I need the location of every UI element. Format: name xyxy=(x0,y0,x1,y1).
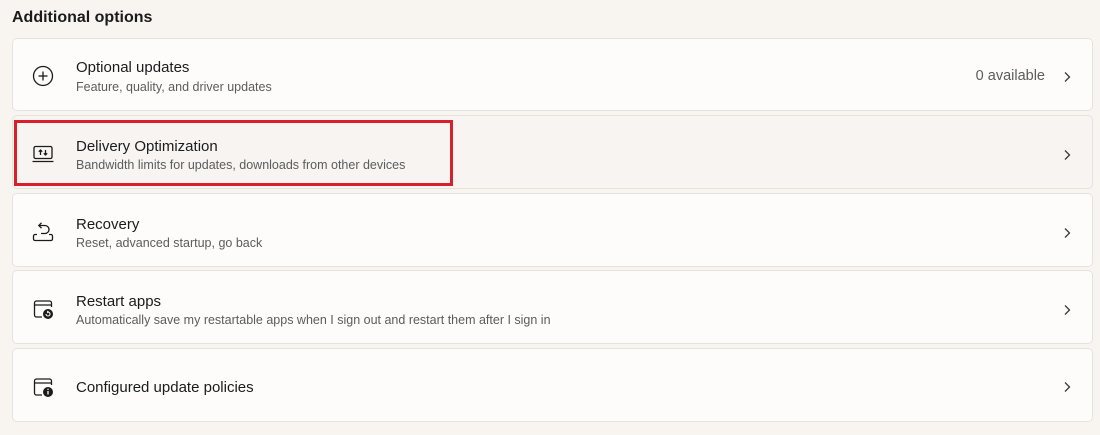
restart-apps-icon xyxy=(31,297,55,321)
delivery-optimization-subtitle: Bandwidth limits for updates, downloads … xyxy=(76,158,406,172)
recovery-subtitle: Reset, advanced startup, go back xyxy=(76,236,263,250)
chevron-right-icon xyxy=(1061,70,1073,82)
chevron-right-icon xyxy=(1061,148,1073,160)
delivery-optimization-item[interactable]: Delivery Optimization Bandwidth limits f… xyxy=(12,115,1093,189)
configured-update-policies-title: Configured update policies xyxy=(76,379,254,396)
configured-update-policies-item[interactable]: Configured update policies xyxy=(12,348,1093,422)
recovery-title: Recovery xyxy=(76,216,140,233)
chevron-right-icon xyxy=(1061,226,1073,238)
restart-apps-subtitle: Automatically save my restartable apps w… xyxy=(76,313,551,327)
recovery-icon xyxy=(31,220,55,244)
restart-apps-item[interactable]: Restart apps Automatically save my resta… xyxy=(12,270,1093,344)
section-title: Additional options xyxy=(12,9,153,26)
delivery-optimization-title: Delivery Optimization xyxy=(76,138,218,155)
optional-updates-count: 0 available xyxy=(975,68,1045,84)
recovery-item[interactable]: Recovery Reset, advanced startup, go bac… xyxy=(12,193,1093,267)
plus-circle-icon xyxy=(31,64,55,88)
update-policies-icon xyxy=(31,375,55,399)
optional-updates-title: Optional updates xyxy=(76,59,190,76)
chevron-right-icon xyxy=(1061,380,1073,392)
optional-updates-item[interactable]: Optional updates Feature, quality, and d… xyxy=(12,38,1093,111)
restart-apps-title: Restart apps xyxy=(76,293,162,310)
delivery-optimization-icon xyxy=(31,142,55,166)
optional-updates-subtitle: Feature, quality, and driver updates xyxy=(76,80,272,94)
chevron-right-icon xyxy=(1061,303,1073,315)
